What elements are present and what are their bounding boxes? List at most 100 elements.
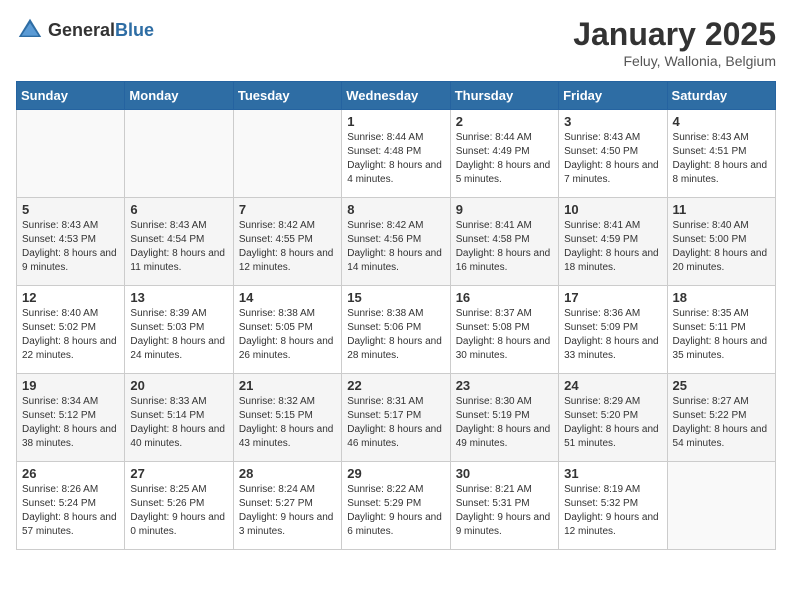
calendar-cell: 1 Sunrise: 8:44 AM Sunset: 4:48 PM Daylig… <box>342 110 450 198</box>
calendar-week-row: 26Sunrise: 8:26 AM Sunset: 5:24 PM Dayli… <box>17 462 776 550</box>
calendar-cell <box>667 462 775 550</box>
day-number: 7 <box>239 202 336 217</box>
calendar-week-row: 12Sunrise: 8:40 AM Sunset: 5:02 PM Dayli… <box>17 286 776 374</box>
day-info: Sunrise: 8:24 AM Sunset: 5:27 PM Dayligh… <box>239 483 336 539</box>
day-info: Sunrise: 8:30 AM Sunset: 5:19 PM Dayligh… <box>456 395 553 451</box>
day-info: Sunrise: 8:44 AM Sunset: 4:49 PM Dayligh… <box>456 131 553 187</box>
calendar-cell: 10 Sunrise: 8:41 AM Sunset: 4:59 PM Dayli… <box>559 198 667 286</box>
day-info: Sunrise: 8:25 AM Sunset: 5:26 PM Dayligh… <box>130 483 227 539</box>
day-info: Sunrise: 8:32 AM Sunset: 5:15 PM Dayligh… <box>239 395 336 451</box>
calendar-table: SundayMondayTuesdayWednesdayThursdayFrid… <box>16 81 776 550</box>
day-number: 24 <box>564 378 661 393</box>
day-info: Sunrise: 8:36 AM Sunset: 5:09 PM Dayligh… <box>564 307 661 363</box>
weekday-header: Friday <box>559 82 667 110</box>
day-info: Sunrise: 8:43 AM Sunset: 4:53 PM Dayligh… <box>22 219 119 275</box>
calendar-cell: 12Sunrise: 8:40 AM Sunset: 5:02 PM Dayli… <box>17 286 125 374</box>
logo-blue-text: Blue <box>115 20 154 40</box>
weekday-header: Saturday <box>667 82 775 110</box>
calendar-cell: 2 Sunrise: 8:44 AM Sunset: 4:49 PM Daylig… <box>450 110 558 198</box>
day-number: 17 <box>564 290 661 305</box>
calendar-cell: 20Sunrise: 8:33 AM Sunset: 5:14 PM Dayli… <box>125 374 233 462</box>
day-number: 11 <box>673 202 770 217</box>
calendar-cell <box>17 110 125 198</box>
calendar-cell: 23 Sunrise: 8:30 AM Sunset: 5:19 PM Dayli… <box>450 374 558 462</box>
calendar-cell: 25 Sunrise: 8:27 AM Sunset: 5:22 PM Dayli… <box>667 374 775 462</box>
day-info: Sunrise: 8:31 AM Sunset: 5:17 PM Dayligh… <box>347 395 444 451</box>
day-info: Sunrise: 8:37 AM Sunset: 5:08 PM Dayligh… <box>456 307 553 363</box>
calendar-cell: 7 Sunrise: 8:42 AM Sunset: 4:55 PM Daylig… <box>233 198 341 286</box>
day-number: 15 <box>347 290 444 305</box>
day-info: Sunrise: 8:42 AM Sunset: 4:55 PM Dayligh… <box>239 219 336 275</box>
weekday-header: Tuesday <box>233 82 341 110</box>
month-title: January 2025 <box>573 16 776 53</box>
calendar-cell: 22 Sunrise: 8:31 AM Sunset: 5:17 PM Dayli… <box>342 374 450 462</box>
calendar-cell: 18Sunrise: 8:35 AM Sunset: 5:11 PM Dayli… <box>667 286 775 374</box>
calendar-cell: 9Sunrise: 8:41 AM Sunset: 4:58 PM Daylig… <box>450 198 558 286</box>
calendar-cell: 13 Sunrise: 8:39 AM Sunset: 5:03 PM Dayli… <box>125 286 233 374</box>
calendar-week-row: 5Sunrise: 8:43 AM Sunset: 4:53 PM Daylig… <box>17 198 776 286</box>
calendar-cell: 30Sunrise: 8:21 AM Sunset: 5:31 PM Dayli… <box>450 462 558 550</box>
day-info: Sunrise: 8:40 AM Sunset: 5:00 PM Dayligh… <box>673 219 770 275</box>
location-title: Feluy, Wallonia, Belgium <box>573 53 776 69</box>
calendar-cell: 28 Sunrise: 8:24 AM Sunset: 5:27 PM Dayli… <box>233 462 341 550</box>
calendar-cell: 24 Sunrise: 8:29 AM Sunset: 5:20 PM Dayli… <box>559 374 667 462</box>
calendar-cell: 31 Sunrise: 8:19 AM Sunset: 5:32 PM Dayli… <box>559 462 667 550</box>
day-info: Sunrise: 8:39 AM Sunset: 5:03 PM Dayligh… <box>130 307 227 363</box>
day-number: 2 <box>456 114 553 129</box>
calendar-week-row: 19 Sunrise: 8:34 AM Sunset: 5:12 PM Dayli… <box>17 374 776 462</box>
calendar-cell: 21 Sunrise: 8:32 AM Sunset: 5:15 PM Dayli… <box>233 374 341 462</box>
calendar-cell: 4 Sunrise: 8:43 AM Sunset: 4:51 PM Daylig… <box>667 110 775 198</box>
calendar-cell: 19 Sunrise: 8:34 AM Sunset: 5:12 PM Dayli… <box>17 374 125 462</box>
day-info: Sunrise: 8:43 AM Sunset: 4:54 PM Dayligh… <box>130 219 227 275</box>
day-number: 19 <box>22 378 119 393</box>
weekday-header: Wednesday <box>342 82 450 110</box>
weekday-header: Thursday <box>450 82 558 110</box>
calendar-cell: 14Sunrise: 8:38 AM Sunset: 5:05 PM Dayli… <box>233 286 341 374</box>
calendar-cell: 16Sunrise: 8:37 AM Sunset: 5:08 PM Dayli… <box>450 286 558 374</box>
day-info: Sunrise: 8:19 AM Sunset: 5:32 PM Dayligh… <box>564 483 661 539</box>
day-info: Sunrise: 8:43 AM Sunset: 4:50 PM Dayligh… <box>564 131 661 187</box>
calendar-cell: 17 Sunrise: 8:36 AM Sunset: 5:09 PM Dayli… <box>559 286 667 374</box>
weekday-header-row: SundayMondayTuesdayWednesdayThursdayFrid… <box>17 82 776 110</box>
day-info: Sunrise: 8:27 AM Sunset: 5:22 PM Dayligh… <box>673 395 770 451</box>
day-info: Sunrise: 8:22 AM Sunset: 5:29 PM Dayligh… <box>347 483 444 539</box>
calendar-cell: 15 Sunrise: 8:38 AM Sunset: 5:06 PM Dayli… <box>342 286 450 374</box>
calendar-cell: 27Sunrise: 8:25 AM Sunset: 5:26 PM Dayli… <box>125 462 233 550</box>
day-info: Sunrise: 8:38 AM Sunset: 5:05 PM Dayligh… <box>239 307 336 363</box>
day-info: Sunrise: 8:38 AM Sunset: 5:06 PM Dayligh… <box>347 307 444 363</box>
calendar-cell: 8Sunrise: 8:42 AM Sunset: 4:56 PM Daylig… <box>342 198 450 286</box>
day-info: Sunrise: 8:43 AM Sunset: 4:51 PM Dayligh… <box>673 131 770 187</box>
day-number: 21 <box>239 378 336 393</box>
day-info: Sunrise: 8:44 AM Sunset: 4:48 PM Dayligh… <box>347 131 444 187</box>
day-number: 1 <box>347 114 444 129</box>
weekday-header: Monday <box>125 82 233 110</box>
day-info: Sunrise: 8:41 AM Sunset: 4:58 PM Dayligh… <box>456 219 553 275</box>
day-number: 22 <box>347 378 444 393</box>
day-number: 28 <box>239 466 336 481</box>
calendar-cell: 3 Sunrise: 8:43 AM Sunset: 4:50 PM Daylig… <box>559 110 667 198</box>
day-info: Sunrise: 8:35 AM Sunset: 5:11 PM Dayligh… <box>673 307 770 363</box>
day-info: Sunrise: 8:34 AM Sunset: 5:12 PM Dayligh… <box>22 395 119 451</box>
day-info: Sunrise: 8:29 AM Sunset: 5:20 PM Dayligh… <box>564 395 661 451</box>
day-number: 4 <box>673 114 770 129</box>
page-header: GeneralBlue January 2025 Feluy, Wallonia… <box>16 16 776 69</box>
day-number: 13 <box>130 290 227 305</box>
calendar-week-row: 1 Sunrise: 8:44 AM Sunset: 4:48 PM Daylig… <box>17 110 776 198</box>
day-number: 23 <box>456 378 553 393</box>
day-number: 29 <box>347 466 444 481</box>
day-number: 3 <box>564 114 661 129</box>
day-number: 20 <box>130 378 227 393</box>
day-info: Sunrise: 8:40 AM Sunset: 5:02 PM Dayligh… <box>22 307 119 363</box>
calendar-cell: 5Sunrise: 8:43 AM Sunset: 4:53 PM Daylig… <box>17 198 125 286</box>
title-block: January 2025 Feluy, Wallonia, Belgium <box>573 16 776 69</box>
calendar-cell: 29 Sunrise: 8:22 AM Sunset: 5:29 PM Dayli… <box>342 462 450 550</box>
day-number: 31 <box>564 466 661 481</box>
day-number: 25 <box>673 378 770 393</box>
day-number: 10 <box>564 202 661 217</box>
calendar-cell: 6Sunrise: 8:43 AM Sunset: 4:54 PM Daylig… <box>125 198 233 286</box>
day-info: Sunrise: 8:41 AM Sunset: 4:59 PM Dayligh… <box>564 219 661 275</box>
logo: GeneralBlue <box>16 16 154 44</box>
calendar-cell: 26Sunrise: 8:26 AM Sunset: 5:24 PM Dayli… <box>17 462 125 550</box>
logo-general-text: General <box>48 20 115 40</box>
logo-icon <box>16 16 44 44</box>
